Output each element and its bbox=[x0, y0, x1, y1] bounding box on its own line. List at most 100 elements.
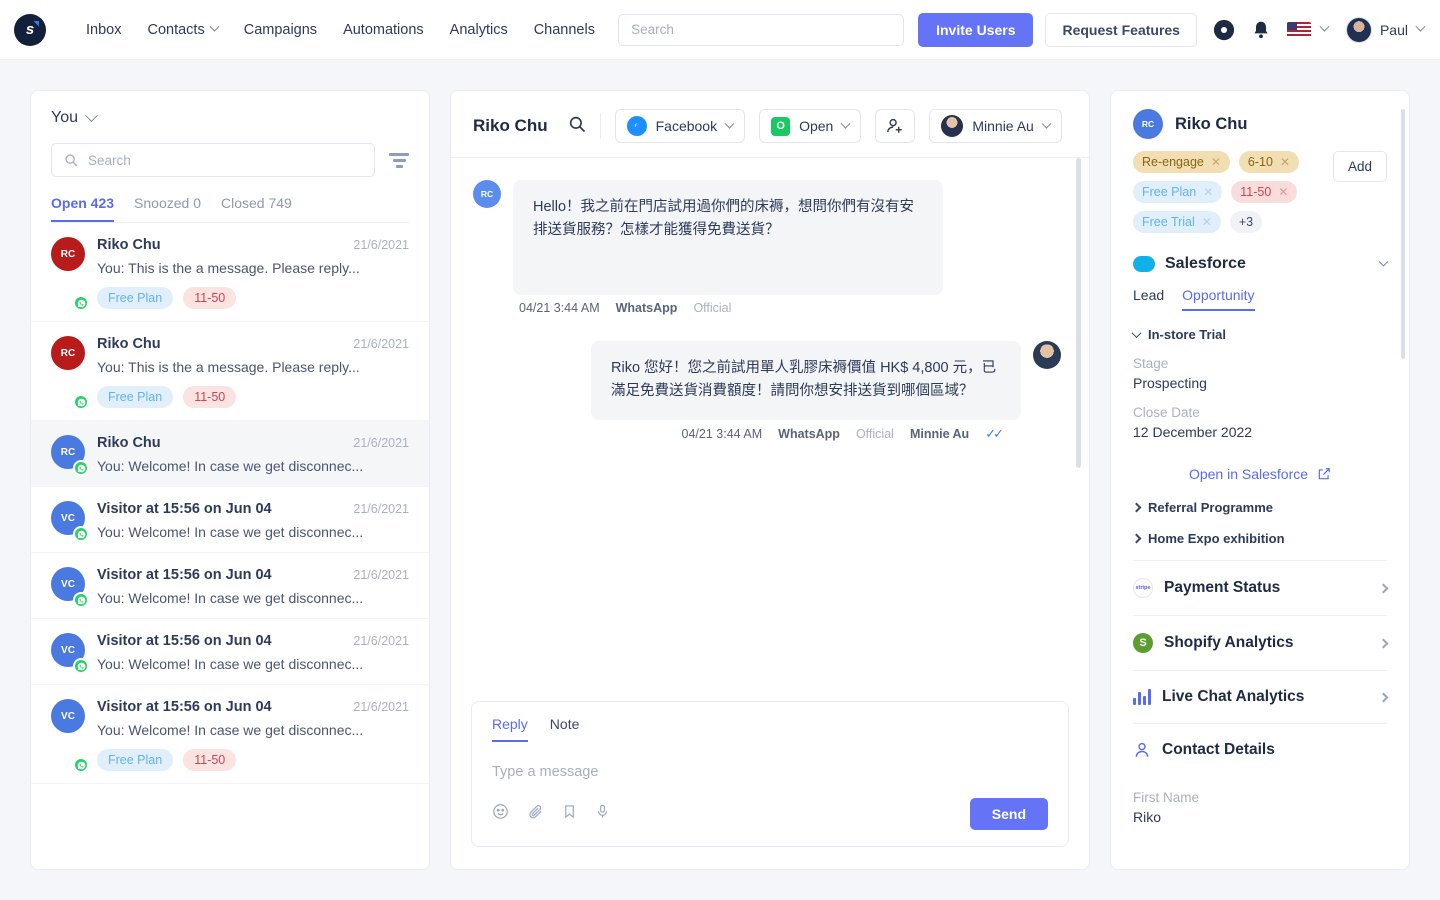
contact-tag[interactable]: Re-engage✕ bbox=[1133, 151, 1230, 173]
status-label: Open bbox=[799, 118, 833, 134]
message-row: Riko 您好！您之前試用單人乳膠床褥價值 HK$ 4,800 元，已滿足免費送… bbox=[473, 341, 1061, 420]
close-icon[interactable]: ✕ bbox=[1202, 215, 1212, 229]
emoji-icon[interactable] bbox=[492, 803, 509, 825]
chevron-right-icon[interactable] bbox=[1379, 638, 1389, 648]
close-icon[interactable]: ✕ bbox=[1278, 185, 1288, 199]
conversation-tag: Free Plan bbox=[97, 287, 173, 309]
chevron-right-icon[interactable] bbox=[1379, 583, 1389, 593]
nav-item-inbox[interactable]: Inbox bbox=[86, 22, 121, 38]
send-button[interactable]: Send bbox=[970, 798, 1048, 830]
opportunity-accordion[interactable]: In-store Trial bbox=[1133, 327, 1387, 342]
chevron-down-icon[interactable] bbox=[1379, 256, 1389, 266]
conversation-top-row: Visitor at 15:56 on Jun 0421/6/2021 bbox=[97, 567, 409, 583]
conversation-list-item[interactable]: RCRiko Chu21/6/2021You: This is the a me… bbox=[31, 322, 429, 421]
chevron-right-icon[interactable] bbox=[1379, 692, 1389, 702]
bar-chart-icon bbox=[1133, 689, 1151, 705]
conversation-list-item[interactable]: VCVisitor at 15:56 on Jun 0421/6/2021You… bbox=[31, 619, 429, 685]
message-scrollbar[interactable] bbox=[1076, 158, 1081, 468]
channel-selector[interactable]: Facebook bbox=[615, 109, 745, 143]
language-chevron-down-icon[interactable] bbox=[1320, 22, 1330, 32]
conversation-list-item[interactable]: RCRiko Chu21/6/2021You: This is the a me… bbox=[31, 223, 429, 322]
conversation-date: 21/6/2021 bbox=[353, 238, 409, 252]
conversation-top-row: Riko Chu21/6/2021 bbox=[97, 435, 409, 451]
whatsapp-badge-icon bbox=[73, 592, 89, 608]
user-chevron-down-icon[interactable] bbox=[1416, 22, 1426, 32]
gear-icon[interactable] bbox=[1213, 19, 1235, 41]
add-assignee-button[interactable] bbox=[875, 109, 915, 143]
contact-initials: RC bbox=[1142, 119, 1154, 129]
nav-item-contacts[interactable]: Contacts bbox=[147, 22, 217, 38]
user-avatar[interactable] bbox=[1346, 17, 1372, 43]
nav-item-campaigns[interactable]: Campaigns bbox=[244, 22, 317, 38]
close-icon[interactable]: ✕ bbox=[1280, 155, 1290, 169]
conversation-list-header: You Search Open 423 Snoozed 0 Closed 749 bbox=[31, 91, 429, 223]
integration-section-title: Shopify Analytics bbox=[1164, 634, 1293, 652]
conversation-content: Riko Chu21/6/2021 You: Welcome! In case w… bbox=[97, 435, 409, 474]
assignee-selector[interactable]: Minnie Au bbox=[929, 109, 1061, 143]
contact-tag[interactable]: 11-50✕ bbox=[1231, 181, 1297, 203]
attachment-icon[interactable] bbox=[527, 803, 544, 825]
conversation-search-icon[interactable] bbox=[568, 115, 586, 138]
right-panel-scrollbar[interactable] bbox=[1401, 109, 1405, 359]
search-row: Search bbox=[51, 127, 409, 177]
inbox-tab-closed[interactable]: Closed 749 bbox=[221, 195, 292, 222]
message-bubble: Riko 您好！您之前試用單人乳膠床褥價值 HK$ 4,800 元，已滿足免費送… bbox=[591, 341, 1021, 420]
nav-item-automations[interactable]: Automations bbox=[343, 22, 424, 38]
microphone-icon[interactable] bbox=[595, 803, 610, 825]
conversation-list-item[interactable]: VCVisitor at 15:56 on Jun 0421/6/2021You… bbox=[31, 553, 429, 619]
close-icon[interactable]: ✕ bbox=[1203, 185, 1213, 199]
contact-tag[interactable]: Free Plan ✕ bbox=[1133, 181, 1222, 203]
inbox-owner-selector[interactable]: You bbox=[51, 109, 409, 127]
conversation-preview: You: Welcome! In case we get disconnec..… bbox=[97, 458, 409, 474]
integration-section[interactable]: stripePayment Status bbox=[1133, 560, 1387, 615]
status-letter: O bbox=[776, 120, 785, 132]
salesforce-tab-opportunity[interactable]: Opportunity bbox=[1182, 287, 1254, 311]
user-name-label[interactable]: Paul bbox=[1380, 22, 1408, 38]
salesforce-collapsed-item[interactable]: Home Expo exhibition bbox=[1133, 531, 1387, 546]
filter-icon[interactable] bbox=[389, 153, 409, 168]
conversation-list[interactable]: RCRiko Chu21/6/2021You: This is the a me… bbox=[31, 223, 429, 869]
global-search-input[interactable]: Search bbox=[618, 14, 904, 46]
inbox-tab-open[interactable]: Open 423 bbox=[51, 195, 114, 222]
conversation-date: 21/6/2021 bbox=[353, 337, 409, 351]
composer-tab-note[interactable]: Note bbox=[550, 716, 580, 742]
nav-item-channels[interactable]: Channels bbox=[534, 22, 595, 38]
invite-users-button[interactable]: Invite Users bbox=[918, 13, 1033, 47]
contact-tag-label: Free Plan bbox=[1142, 185, 1196, 199]
composer-tab-reply[interactable]: Reply bbox=[492, 716, 528, 742]
top-navbar: s Inbox Contacts Campaigns Automations Analy… bbox=[0, 0, 1440, 60]
bookmark-icon[interactable] bbox=[562, 803, 577, 825]
close-icon[interactable]: ✕ bbox=[1211, 155, 1221, 169]
contact-tag[interactable]: 6-10✕ bbox=[1239, 151, 1299, 173]
conversation-list-item[interactable]: VCVisitor at 15:56 on Jun 0421/6/2021You… bbox=[31, 487, 429, 553]
open-in-salesforce-link[interactable]: Open in Salesforce bbox=[1133, 466, 1387, 482]
conversation-search-placeholder: Search bbox=[88, 153, 131, 168]
conversation-list-item[interactable]: RCRiko Chu21/6/2021You: Welcome! In case… bbox=[31, 421, 429, 487]
contact-tag[interactable]: +3 bbox=[1230, 211, 1262, 233]
integration-section[interactable]: Live Chat Analytics bbox=[1133, 670, 1387, 723]
salesforce-collapsed-item[interactable]: Referral Programme bbox=[1133, 500, 1387, 515]
conversation-list-item[interactable]: VCVisitor at 15:56 on Jun 0421/6/2021You… bbox=[31, 685, 429, 784]
salesforce-collapsed-items: Referral Programme Home Expo exhibition bbox=[1133, 500, 1387, 546]
salesforce-section-header[interactable]: Salesforce bbox=[1133, 255, 1387, 273]
add-tag-button[interactable]: Add bbox=[1333, 151, 1387, 182]
message-channel: WhatsApp bbox=[778, 427, 840, 441]
conversation-search-input[interactable]: Search bbox=[51, 143, 375, 177]
conversation-preview: You: This is the a message. Please reply… bbox=[97, 359, 409, 375]
field-value: Prospecting bbox=[1133, 375, 1387, 391]
nav-item-analytics[interactable]: Analytics bbox=[450, 22, 508, 38]
salesforce-tab-lead[interactable]: Lead bbox=[1133, 287, 1164, 311]
status-selector[interactable]: O Open bbox=[759, 109, 861, 143]
inbox-tab-snoozed[interactable]: Snoozed 0 bbox=[134, 195, 201, 222]
conversation-name: Riko Chu bbox=[97, 435, 161, 451]
contact-tag[interactable]: Free Trial✕ bbox=[1133, 211, 1221, 233]
flag-us-icon[interactable] bbox=[1287, 22, 1311, 38]
contact-details-section[interactable]: Contact Details bbox=[1133, 723, 1387, 776]
bell-icon[interactable] bbox=[1251, 19, 1271, 41]
conversation-content: Riko Chu21/6/2021You: This is the a mess… bbox=[97, 336, 409, 408]
integration-section[interactable]: SShopify Analytics bbox=[1133, 615, 1387, 670]
request-features-button[interactable]: Request Features bbox=[1045, 13, 1196, 47]
chevron-down-icon bbox=[85, 109, 98, 122]
app-logo[interactable]: s bbox=[14, 14, 46, 46]
message-input[interactable]: Type a message bbox=[472, 742, 1068, 780]
